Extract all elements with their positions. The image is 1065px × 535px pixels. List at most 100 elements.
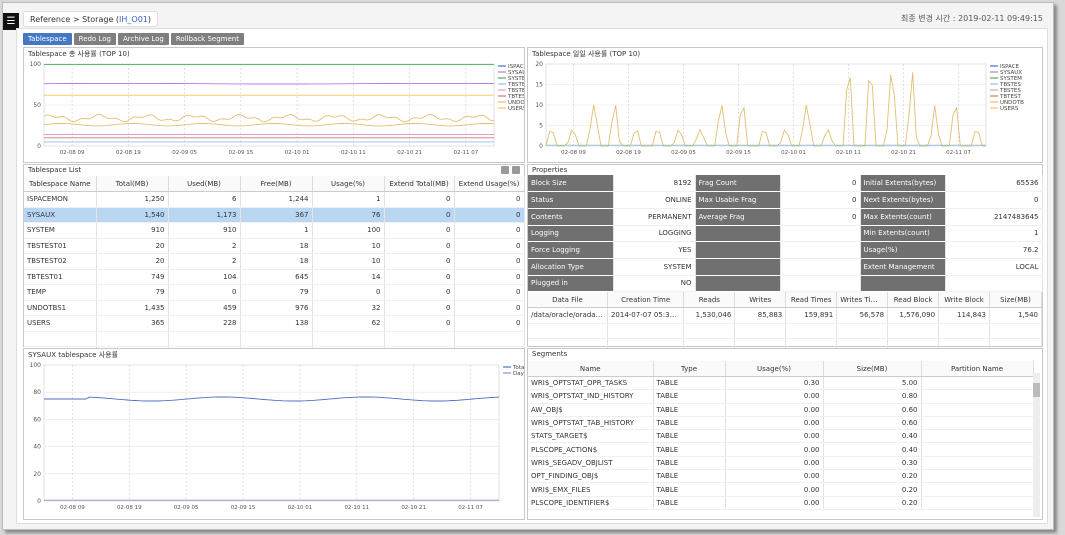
table-row[interactable]: USERS 365 228 138 62 0 0 [24, 315, 525, 332]
table-row[interactable]: TBTEST01 749 104 645 14 0 0 [24, 269, 525, 285]
breadcrumb-current: IH_O01 [119, 15, 148, 24]
segments-scrollbar[interactable] [1033, 373, 1040, 517]
table-row[interactable]: WRI$_SEGADV_OBJLIST TABLE 0.00 0.30 [528, 456, 1034, 471]
tab-redo-log[interactable]: Redo Log [73, 33, 116, 45]
table-row[interactable]: TBSTEST01 20 2 18 10 0 0 [24, 238, 525, 254]
table-row[interactable]: PLSCOPE_IDENTIFIER$ TABLE 0.00 0.20 [528, 496, 1034, 510]
table-row[interactable]: WRI$_EMX_FILES TABLE 0.00 0.20 [528, 482, 1034, 497]
table-cell: 104 [168, 269, 241, 285]
tab-rollback-segment[interactable]: Rollback Segment [170, 33, 244, 45]
y-tick-label: 0 [37, 498, 41, 505]
column-header[interactable]: Free(MB) [240, 176, 313, 192]
property-key: Initial Extents(bytes) [860, 175, 946, 193]
column-header[interactable]: Write Block [938, 292, 990, 308]
tab-archive-log[interactable]: Archive Log [117, 33, 169, 45]
column-header[interactable]: Total(MB) [96, 176, 169, 192]
column-header[interactable]: Writes [734, 292, 787, 308]
table-row[interactable]: WRI$_OPTSTAT_IND_HISTORY TABLE 0.00 0.80 [528, 389, 1034, 404]
table-cell: 0.00 [725, 429, 824, 444]
table-cell: 365 [96, 315, 169, 332]
property-key: Force Logging [528, 241, 614, 259]
legend-label[interactable]: Day [513, 371, 525, 377]
last-update: 최종 변경 시간 : 2019-02-11 09:49:15 [901, 14, 1043, 23]
table-cell: 0.40 [823, 429, 922, 444]
column-header[interactable]: Size(MB) [989, 292, 1042, 308]
column-header[interactable]: Type [653, 361, 726, 377]
property-key: Plugged in [528, 275, 614, 293]
table-row[interactable]: ISPACEMON 1,250 6 1,244 1 0 0 [24, 191, 525, 208]
property-row: Status ONLINE Max Usable Frag 0 Next Extents… [528, 191, 1043, 209]
table-cell: WRI$_SEGADV_OBJLIST [528, 456, 654, 471]
table-row[interactable]: SYSTEM 910 910 1 100 0 0 [24, 222, 525, 239]
property-row: Allocation Type SYSTEM Extent Management LO… [528, 258, 1043, 276]
table-row[interactable]: OPT_FINDING_OBJ$ TABLE 0.00 0.20 [528, 469, 1034, 484]
y-tick-label: 15 [535, 82, 543, 89]
property-value [780, 241, 861, 259]
legend-label[interactable]: USERS [508, 106, 527, 112]
table-row[interactable]: PLSCOPE_ACTION$ TABLE 0.00 0.40 [528, 442, 1034, 457]
table-cell: 0.30 [725, 376, 824, 391]
export-icon[interactable] [501, 166, 509, 174]
property-value: PERMANENT [613, 208, 696, 226]
property-value: YES [613, 241, 696, 259]
column-header[interactable]: Size(MB) [823, 361, 922, 377]
table-row[interactable]: UNDOTBS1 1,435 459 976 32 0 0 [24, 300, 525, 316]
column-header[interactable]: Partition Name [921, 361, 1034, 377]
table-row[interactable]: TEMP 79 0 79 0 0 0 [24, 284, 525, 301]
x-tick-label: 02-10 21 [401, 505, 426, 511]
column-header[interactable]: Used(MB) [168, 176, 241, 192]
legend-label[interactable]: USERS [1000, 106, 1019, 112]
y-tick-label: 10 [535, 102, 543, 109]
scrollbar-thumb[interactable] [1033, 383, 1040, 397]
table-cell: 2 [168, 253, 241, 270]
column-header[interactable]: Read Block [887, 292, 940, 308]
x-tick-label: 02-08 19 [116, 150, 141, 156]
table-row[interactable]: WRI$_OPTSTAT_TAB_HISTORY TABLE 0.00 0.60 [528, 416, 1034, 431]
column-header[interactable]: Extend Usage(%) [454, 176, 525, 192]
property-value [780, 225, 861, 243]
table-cell: 0.20 [823, 496, 922, 510]
table-cell: 749 [96, 269, 169, 285]
column-header[interactable]: Name [528, 361, 654, 377]
table-cell [528, 323, 608, 339]
table-row[interactable]: STATS_TARGET$ TABLE 0.00 0.40 [528, 429, 1034, 444]
property-value: 0 [780, 191, 861, 209]
tab-tablespace[interactable]: Tablespace [23, 33, 72, 45]
property-key: Max Extents(count) [860, 208, 946, 226]
property-value: 2147483645 [945, 208, 1043, 226]
property-value: ONLINE [613, 191, 696, 209]
column-header[interactable]: Data File [528, 292, 608, 308]
breadcrumb-close: ) [147, 15, 152, 24]
table-row[interactable]: AW_OBJ$ TABLE 0.00 0.60 [528, 403, 1034, 417]
info-icon[interactable] [512, 166, 520, 174]
table-row[interactable]: SYSAUX 1,540 1,173 367 76 0 0 [24, 207, 525, 223]
table-cell: 1 [240, 222, 313, 239]
column-header[interactable]: Usage(%) [312, 176, 385, 192]
table-cell [454, 331, 525, 347]
table-cell: TABLE [653, 389, 726, 404]
column-header[interactable]: Usage(%) [725, 361, 824, 377]
x-tick-label: 02-09 15 [231, 505, 256, 511]
y-tick-label: 80 [33, 389, 41, 396]
table-cell [921, 482, 1034, 497]
table-cell: 910 [96, 222, 169, 239]
column-header[interactable]: Tablespace Name [24, 176, 97, 192]
table-row[interactable]: /data/oracle/oradata··· 2014-07-07 05:39:… [528, 307, 1042, 324]
table-cell: 0 [384, 207, 455, 223]
table-cell: TBSTEST02 [24, 253, 97, 270]
table-row[interactable]: WRI$_OPTSTAT_OPR_TASKS TABLE 0.30 5.00 [528, 376, 1034, 391]
table-cell: 2 [168, 238, 241, 254]
table-cell: WRI$_OPTSTAT_IND_HISTORY [528, 389, 654, 404]
column-header[interactable]: Reads [683, 292, 736, 308]
column-header[interactable]: Writes Times [836, 292, 889, 308]
datafile-table: Data File Creation Time Reads Writes Read Ti… [528, 292, 1042, 355]
total-usage-title: Tablespace 총 사용률 (TOP 10) [28, 50, 130, 58]
column-header[interactable]: Read Times [785, 292, 838, 308]
table-cell: 138 [240, 315, 313, 332]
property-key [695, 225, 781, 243]
column-header[interactable]: Creation Time [607, 292, 685, 308]
breadcrumb-parent[interactable]: Reference > Storage ( [30, 15, 119, 24]
table-cell: TABLE [653, 416, 726, 431]
column-header[interactable]: Extend Total(MB) [384, 176, 455, 192]
table-row[interactable]: TBSTEST02 20 2 18 10 0 0 [24, 253, 525, 270]
